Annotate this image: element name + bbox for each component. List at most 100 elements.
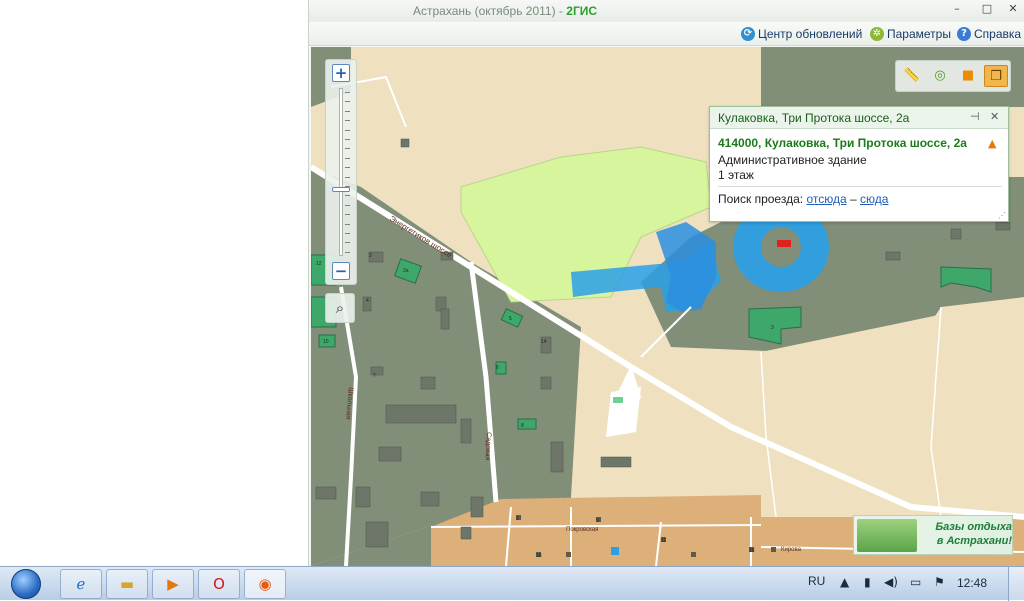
network-icon[interactable]: ▭ xyxy=(910,575,921,589)
battery-icon[interactable]: ▮ xyxy=(864,575,871,589)
pin-icon[interactable]: ⊣ xyxy=(970,110,980,123)
window-title-separator: - xyxy=(555,4,567,18)
zoom-tick xyxy=(345,167,350,169)
ad-line-1: Базы отдыха xyxy=(935,521,1012,533)
magnifier-button[interactable]: ⌕ xyxy=(325,293,355,323)
svg-text:9: 9 xyxy=(596,518,599,524)
resize-grip-icon[interactable]: ⋰ xyxy=(998,211,1006,220)
zoom-tick xyxy=(345,110,350,112)
volume-icon[interactable]: ◀) xyxy=(884,575,898,589)
radar-tool-button[interactable]: ◎ xyxy=(928,65,952,87)
ad-image xyxy=(857,519,917,552)
zoom-tick xyxy=(345,101,350,103)
route-to-here-link[interactable]: сюда xyxy=(860,192,888,206)
zoom-tick xyxy=(345,204,350,206)
gear-icon: ✲ xyxy=(870,27,884,41)
updates-center-button[interactable]: ⟳ Центр обновлений xyxy=(741,26,862,42)
svg-text:3: 3 xyxy=(771,325,774,331)
ruler-icon: 📏 xyxy=(903,68,921,83)
svg-text:6: 6 xyxy=(496,365,499,371)
zoom-in-button[interactable]: + xyxy=(332,64,350,82)
clock[interactable]: 12:48 xyxy=(957,576,987,590)
zoom-tick xyxy=(345,195,350,197)
taskbar-2gis-button[interactable]: ◉ xyxy=(244,569,286,599)
building[interactable] xyxy=(613,397,623,403)
route-from-here-link[interactable]: отсюда xyxy=(806,192,846,206)
zoom-tick xyxy=(345,214,350,216)
taskbar: ℯ ▬ ▶ O ◉ RU ▲ ▮ ◀) ▭ ⚑ 12:48 xyxy=(0,566,1024,601)
road-plaza xyxy=(606,387,641,437)
zoom-tick xyxy=(345,92,350,93)
taskbar-ie-button[interactable]: ℯ xyxy=(60,569,102,599)
close-button[interactable]: ✕ xyxy=(1005,2,1021,16)
show-desktop-button[interactable] xyxy=(1008,567,1024,601)
question-icon: ? xyxy=(957,27,971,41)
ad-text: Базы отдыха в Астрахани! xyxy=(922,520,1012,548)
svg-text:14: 14 xyxy=(541,339,547,345)
help-button[interactable]: ? Справка xyxy=(957,26,1021,42)
zoom-tick xyxy=(345,120,350,122)
popup-close-button[interactable]: ✕ xyxy=(990,110,999,123)
svg-text:18: 18 xyxy=(536,553,542,559)
zoom-out-button[interactable]: − xyxy=(332,262,350,280)
taskbar-media-player-button[interactable]: ▶ xyxy=(152,569,194,599)
popup-header: Кулаковка, Три Протока шоссе, 2а ⊣ ✕ xyxy=(710,107,1008,129)
bus-stop-icon[interactable] xyxy=(611,547,619,555)
language-indicator[interactable]: RU xyxy=(808,574,825,588)
svg-text:2: 2 xyxy=(369,253,372,259)
window-title-brand: 2ГИС xyxy=(566,4,598,18)
settings-button[interactable]: ✲ Параметры xyxy=(870,26,951,42)
ad-banner[interactable]: Базы отдыха в Астрахани! xyxy=(853,515,1013,555)
building-info-popup: Кулаковка, Три Протока шоссе, 2а ⊣ ✕ 414… xyxy=(709,106,1009,222)
svg-text:10: 10 xyxy=(323,339,329,345)
copy-icon: ❐ xyxy=(990,69,1002,84)
taskbar-explorer-button[interactable]: ▬ xyxy=(106,569,148,599)
zoom-slider-thumb[interactable] xyxy=(332,187,350,193)
map-view[interactable]: Энергетиков шоссе Школьная Садовая Покро… xyxy=(311,47,1024,566)
popup-route-search: Поиск проезда: отсюда – сюда xyxy=(718,192,888,206)
layers-icon: ■ xyxy=(961,68,975,83)
ad-line-2: в Астрахани! xyxy=(936,535,1012,547)
zoom-tick xyxy=(345,251,350,253)
warning-icon[interactable]: ▲ xyxy=(988,137,996,150)
popup-divider xyxy=(718,186,1002,187)
street-label: Кирова xyxy=(781,547,802,553)
windows-logo-icon xyxy=(11,569,41,599)
tray-expand-icon[interactable]: ▲ xyxy=(840,575,849,589)
zoom-tick xyxy=(345,242,350,244)
map-tools-panel: 📏 ◎ ■ ❐ xyxy=(895,60,1011,92)
taskbar-opera-button[interactable]: O xyxy=(198,569,240,599)
ie-icon: ℯ xyxy=(76,575,86,593)
selected-building-marker[interactable] xyxy=(777,240,791,247)
zoom-tick xyxy=(345,176,350,178)
minimize-button[interactable]: – xyxy=(949,2,965,16)
zoom-panel: + − xyxy=(325,59,357,285)
window-title-city: Астрахань (октябрь 2011) xyxy=(413,4,556,18)
zoom-tick xyxy=(345,148,350,150)
layers-tool-button[interactable]: ■ xyxy=(956,65,980,87)
svg-text:5: 5 xyxy=(509,316,512,322)
copy-tool-button[interactable]: ❐ xyxy=(984,65,1008,87)
popup-title: Кулаковка, Три Протока шоссе, 2а xyxy=(718,111,910,125)
window-title: Астрахань (октябрь 2011) - 2ГИС xyxy=(413,4,597,18)
radar-icon: ◎ xyxy=(934,68,946,83)
toolbar: ⟳ Центр обновлений ✲ Параметры ? Справка xyxy=(309,22,1024,46)
action-center-icon[interactable]: ⚑ xyxy=(934,575,945,589)
svg-text:4: 4 xyxy=(366,298,369,304)
maximize-button[interactable]: □ xyxy=(979,2,995,16)
route-label: Поиск проезда: xyxy=(718,192,804,206)
explorer-folder-icon: ▬ xyxy=(119,575,135,593)
route-dash: – xyxy=(846,192,860,206)
svg-text:12: 12 xyxy=(316,261,322,267)
zoom-tick xyxy=(345,233,350,234)
ruler-tool-button[interactable]: 📏 xyxy=(900,65,924,87)
help-label: Справка xyxy=(974,27,1022,41)
svg-text:7: 7 xyxy=(373,373,376,379)
updates-center-label: Центр обновлений xyxy=(758,27,863,41)
opera-icon: O xyxy=(213,575,225,593)
zoom-tick xyxy=(345,139,350,140)
svg-text:11: 11 xyxy=(661,538,666,544)
zoom-slider-track[interactable] xyxy=(339,88,343,256)
start-button[interactable] xyxy=(4,568,48,600)
svg-text:2а: 2а xyxy=(403,268,409,274)
